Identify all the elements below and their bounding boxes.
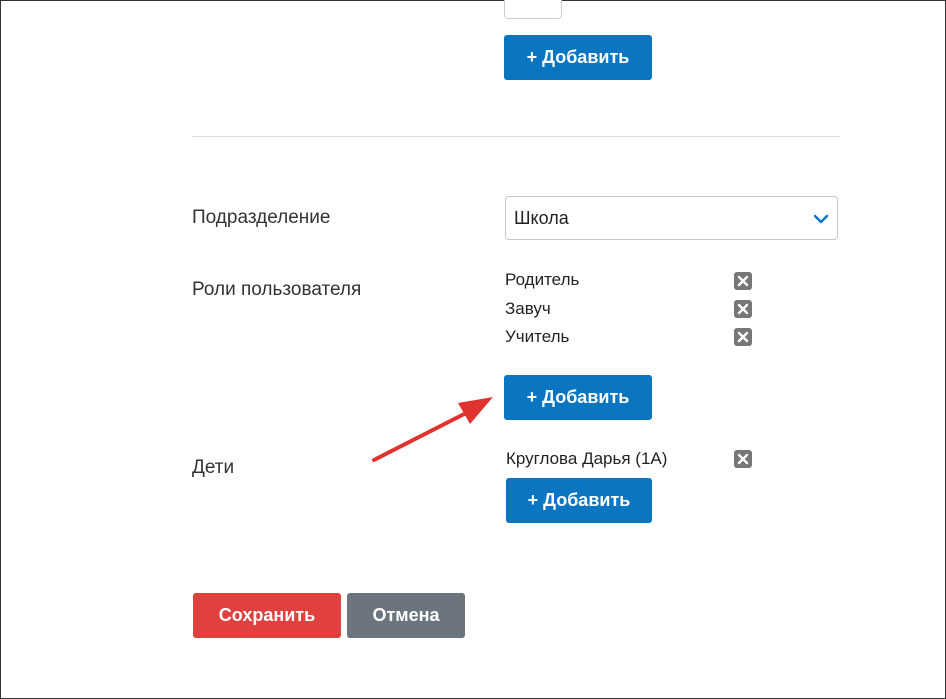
- save-button[interactable]: Сохранить: [193, 593, 341, 638]
- department-select-value: Школа: [514, 208, 569, 228]
- close-icon: [737, 331, 749, 343]
- child-item: Круглова Дарья (1А): [506, 449, 668, 468]
- chevron-down-icon: [813, 214, 829, 224]
- remove-role-button[interactable]: [734, 272, 752, 290]
- department-select[interactable]: Школа: [505, 196, 838, 240]
- add-child-button[interactable]: + Добавить: [506, 478, 652, 523]
- add-top-button[interactable]: + Добавить: [504, 35, 652, 80]
- role-item: Завуч: [505, 299, 551, 318]
- department-label: Подразделение: [192, 207, 331, 228]
- remove-child-button[interactable]: [734, 450, 752, 468]
- close-icon: [737, 303, 749, 315]
- remove-role-button[interactable]: [734, 300, 752, 318]
- cancel-button[interactable]: Отмена: [347, 593, 465, 638]
- role-item: Родитель: [505, 270, 580, 289]
- close-icon: [737, 453, 749, 465]
- add-role-button[interactable]: + Добавить: [504, 375, 652, 420]
- role-item: Учитель: [505, 327, 570, 346]
- section-divider: [192, 136, 840, 137]
- children-label: Дети: [192, 457, 235, 478]
- input-field-partial[interactable]: [504, 0, 562, 19]
- close-icon: [737, 275, 749, 287]
- remove-role-button[interactable]: [734, 328, 752, 346]
- roles-label: Роли пользователя: [192, 279, 362, 300]
- form-window: + Добавить Подразделение Школа Роли поль…: [0, 0, 946, 699]
